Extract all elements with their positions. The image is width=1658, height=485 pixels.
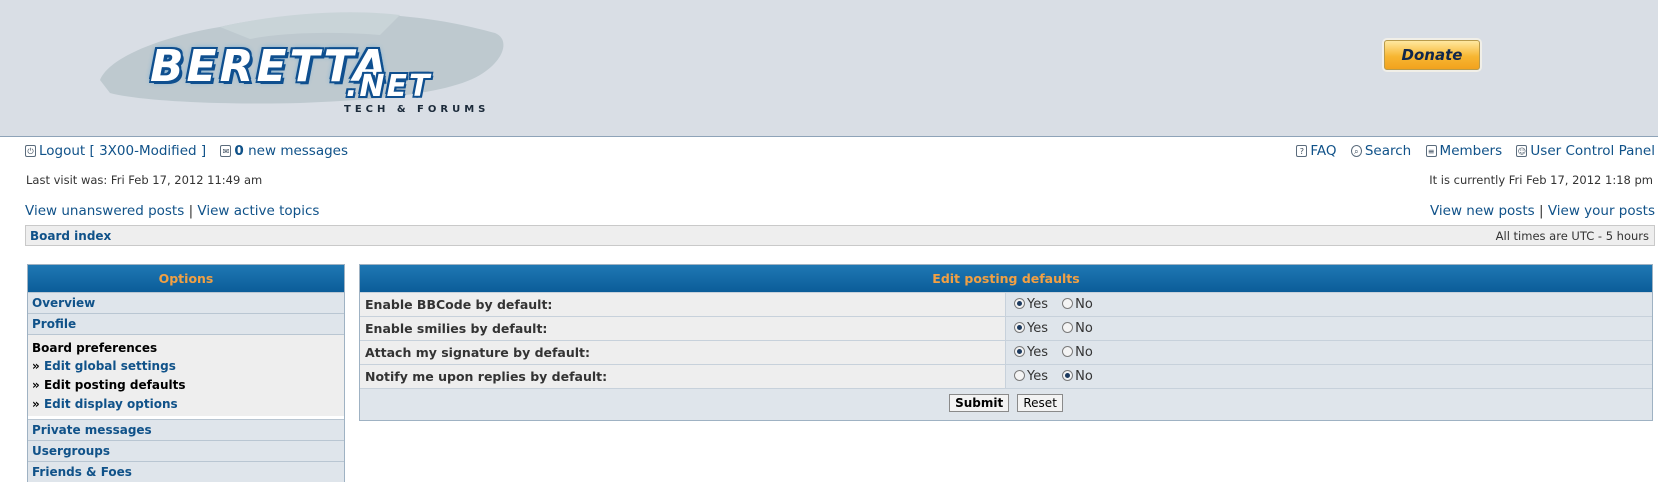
options-private-messages[interactable]: Private messages [28,419,344,440]
no-label: No [1075,321,1093,336]
options-friends-foes[interactable]: Friends & Foes [28,461,344,482]
form-row: Attach my signature by default: Yes No [360,340,1652,364]
smilies-label: Enable smilies by default: [360,317,1006,340]
timezone-text: All times are UTC - 5 hours [1495,229,1649,243]
search-link[interactable]: ⌕ Search [1350,143,1412,159]
submit-button[interactable]: Submit [949,394,1010,412]
yes-label: Yes [1027,369,1048,384]
logo-net: .NET [346,69,432,104]
bullet: » [32,378,40,392]
no-label: No [1075,297,1093,312]
logout-link[interactable]: ⏻ Logout [ 3X00-Modified ] [25,143,206,159]
bbcode-options: Yes No [1007,293,1652,316]
posting-defaults-panel: Edit posting defaults Enable BBCode by d… [359,264,1653,421]
options-overview[interactable]: Overview [28,292,344,313]
members-label: Members [1439,143,1503,159]
search-icon: ⌕ [1350,145,1362,157]
user-links-left: ⏻ Logout [ 3X00-Modified ] ✉ 0 new message… [25,143,358,159]
board-preferences-title: Board preferences [32,341,158,355]
yes-label: Yes [1027,345,1048,360]
options-usergroups[interactable]: Usergroups [28,440,344,461]
edit-global-settings-link[interactable]: » Edit global settings [32,357,340,376]
logo-tagline: TECH & FORUMS [344,104,490,115]
reset-button[interactable]: Reset [1017,394,1063,412]
notify-options: Yes No [1007,365,1652,388]
form-row: Enable smilies by default: Yes No [360,316,1652,340]
new-messages-link[interactable]: ✉ 0 new messages [220,143,348,159]
yes-label: Yes [1027,297,1048,312]
signature-label: Attach my signature by default: [360,341,1006,364]
your-posts-link[interactable]: View your posts [1548,203,1655,219]
smilies-no-radio[interactable] [1062,322,1074,333]
yes-label: Yes [1027,321,1048,336]
edit-posting-defaults-current: » Edit posting defaults [32,376,340,395]
nav-separator: | [1538,203,1544,219]
search-label: Search [1364,143,1412,159]
breadcrumb: Board index All times are UTC - 5 hours [25,225,1655,246]
notify-no-radio[interactable] [1062,370,1074,381]
form-row: Enable BBCode by default: Yes No [360,292,1652,316]
signature-options: Yes No [1007,341,1652,364]
bbcode-label: Enable BBCode by default: [360,293,1006,316]
form-title: Edit posting defaults [360,265,1652,292]
nav-left: View unanswered posts | View active topi… [25,203,319,219]
members-icon: ≡ [1425,145,1437,157]
current-time-text: It is currently Fri Feb 17, 2012 1:18 pm [1429,173,1653,187]
active-topics-link[interactable]: View active topics [197,203,319,219]
ucp-label: User Control Panel [1530,143,1655,159]
unanswered-posts-link[interactable]: View unanswered posts [25,203,184,219]
bbcode-no-radio[interactable] [1062,298,1074,309]
members-link[interactable]: ≡ Members [1425,143,1503,159]
inbox-icon: ✉ [220,145,232,157]
user-links-right: ? FAQ ⌕ Search ≡ Members ☺ User Control Pane… [1296,143,1655,159]
faq-label: FAQ [1310,143,1337,159]
edit-posting-defaults-label: Edit posting defaults [43,378,186,392]
options-title: Options [28,265,344,292]
board-index-link[interactable]: Board index [30,229,111,243]
nav-separator: | [188,203,194,219]
options-board-preferences: Board preferences » Edit global settings… [28,334,344,416]
messages-label: new messages [248,143,349,159]
form-buttons: Submit Reset [360,388,1652,416]
no-label: No [1075,369,1093,384]
options-profile[interactable]: Profile [28,313,344,334]
logout-label: Logout [ 3X00-Modified ] [39,143,207,159]
edit-global-settings-label: Edit global settings [43,359,176,373]
bullet: » [32,397,40,411]
messages-count: 0 [234,143,244,159]
smilies-yes-radio[interactable] [1014,322,1025,333]
notify-yes-radio[interactable] [1014,370,1025,381]
no-label: No [1075,345,1093,360]
logout-icon: ⏻ [25,145,36,157]
last-visit-text: Last visit was: Fri Feb 17, 2012 11:49 a… [26,173,263,187]
edit-display-options-label: Edit display options [43,397,178,411]
signature-yes-radio[interactable] [1014,346,1025,357]
ucp-link[interactable]: ☺ User Control Panel [1516,143,1655,159]
donate-button[interactable]: Donate [1384,40,1480,70]
options-panel: Options Overview Profile Board preferenc… [27,264,345,482]
new-posts-link[interactable]: View new posts [1430,203,1535,219]
site-header: BERETTA .NET TECH & FORUMS Donate [0,0,1658,137]
faq-icon: ? [1296,145,1308,157]
nav-right: View new posts | View your posts [1430,203,1655,219]
user-icon: ☺ [1516,145,1528,157]
form-row: Notify me upon replies by default: Yes N… [360,364,1652,388]
site-logo[interactable]: BERETTA .NET TECH & FORUMS [50,5,510,120]
smilies-options: Yes No [1007,317,1652,340]
signature-no-radio[interactable] [1062,346,1074,357]
notify-label: Notify me upon replies by default: [360,365,1006,388]
bullet: » [32,359,40,373]
edit-display-options-link[interactable]: » Edit display options [32,395,340,414]
faq-link[interactable]: ? FAQ [1296,143,1337,159]
bbcode-yes-radio[interactable] [1014,298,1025,309]
